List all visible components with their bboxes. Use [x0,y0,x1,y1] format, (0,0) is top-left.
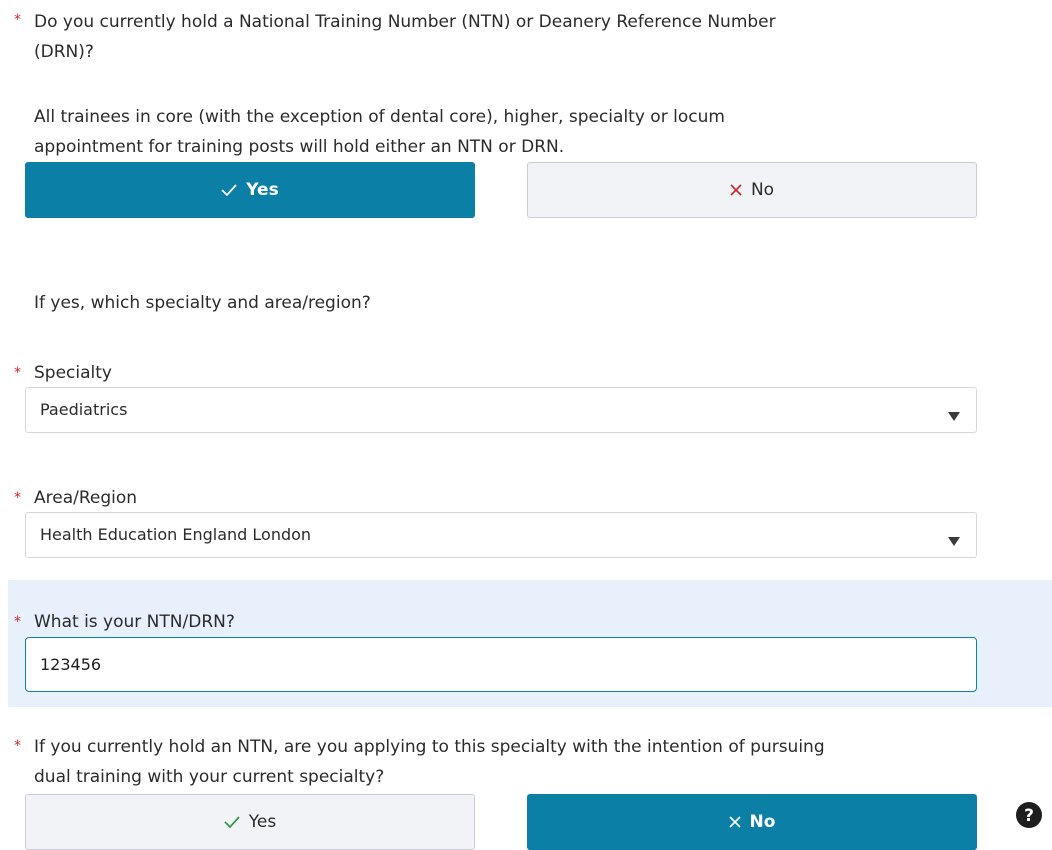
specialty-value: Paediatrics [40,400,128,419]
required-marker: * [14,365,21,381]
chevron-down-icon [948,531,960,550]
ntn-drn-input[interactable] [25,637,977,692]
ntn-drn-label: What is your NTN/DRN? [34,612,235,632]
dual-training-yes-label: Yes [248,812,277,832]
dual-training-yes-button[interactable]: Yes [25,794,475,850]
ntn-no-label: No [750,180,775,200]
question-dual-training-line2: dual training with your current specialt… [34,767,385,787]
area-region-label: Area/Region [34,488,138,508]
dual-training-no-label: No [749,812,776,832]
help-icon[interactable]: ? [1014,800,1044,830]
cross-icon [730,184,742,196]
ntn-no-button[interactable]: No [527,162,977,218]
required-marker: * [14,490,21,506]
area-region-select[interactable]: Health Education England London [25,512,977,558]
required-marker: * [14,738,21,754]
cross-icon [728,816,741,828]
required-marker: * [14,12,21,28]
area-region-value: Health Education England London [40,525,312,544]
question-ntn-info-line1: All trainees in core (with the exception… [34,107,725,127]
specialty-select[interactable]: Paediatrics [25,387,977,433]
if-yes-text: If yes, which specialty and area/region? [34,293,371,313]
svg-text:?: ? [1024,806,1034,826]
ntn-yes-button[interactable]: Yes [25,162,475,218]
required-marker: * [14,614,21,630]
chevron-down-icon [948,406,960,425]
specialty-label: Specialty [34,363,112,383]
check-icon [221,184,237,196]
question-ntn-line1: Do you currently hold a National Trainin… [34,12,776,32]
question-dual-training-line1: If you currently hold an NTN, are you ap… [34,737,825,757]
question-ntn-line2: (DRN)? [34,42,94,62]
ntn-yes-label: Yes [246,180,279,200]
question-ntn-info-line2: appointment for training posts will hold… [34,137,565,157]
check-icon [224,816,240,828]
dual-training-no-button[interactable]: No [527,794,977,850]
